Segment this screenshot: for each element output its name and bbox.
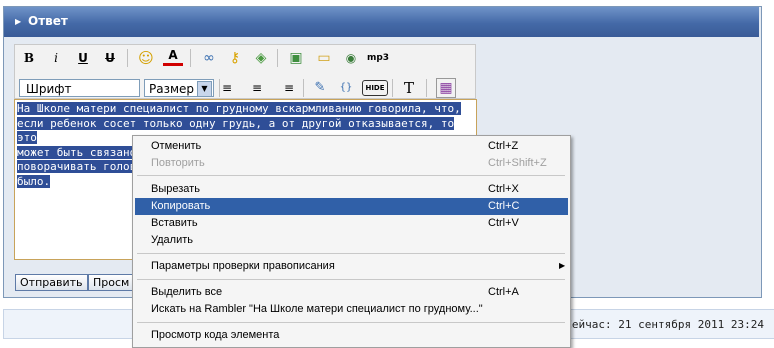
menu-item-shortcut: Ctrl+X — [488, 183, 519, 195]
menu-item-shortcut: Ctrl+V — [488, 217, 519, 229]
menu-item-label: Вырезать — [151, 183, 200, 195]
submit-button[interactable]: Отправить — [15, 274, 88, 291]
context-menu: Отменить Ctrl+Z Повторить Ctrl+Shift+Z В… — [132, 135, 571, 348]
bold-button[interactable]: B — [19, 48, 39, 68]
align-center-icon[interactable]: ≡ — [247, 78, 267, 98]
menu-item-undo[interactable]: Отменить Ctrl+Z — [135, 138, 568, 155]
key-icon[interactable]: ⚷ — [225, 48, 245, 68]
toolbar-divider — [190, 49, 191, 67]
mp3-button[interactable]: mp3 — [366, 48, 390, 68]
menu-divider — [137, 175, 565, 176]
toolbar-divider — [127, 49, 128, 67]
reply-title: Ответ — [28, 14, 68, 28]
size-select[interactable]: Размер ▼ — [144, 79, 214, 97]
preview-icon[interactable]: ▦ — [436, 78, 456, 98]
smiley-icon[interactable]: ☺ — [136, 48, 156, 68]
menu-item-label: Просмотр кода элемента — [151, 329, 280, 341]
menu-item-label: Отменить — [151, 140, 202, 152]
menu-item-paste[interactable]: Вставить Ctrl+V — [135, 215, 568, 232]
quote-icon[interactable]: ◈ — [251, 48, 271, 68]
triangle-right-icon: ▶ — [15, 17, 22, 26]
menu-item-label: Выделить все — [151, 286, 223, 298]
toolbar-divider — [219, 79, 220, 97]
toolbar-divider — [303, 79, 304, 97]
underline-button[interactable]: U — [73, 48, 93, 68]
menu-item-label: Повторить — [151, 157, 205, 169]
menu-item-search-rambler[interactable]: Искать на Rambler "На Школе матери специ… — [135, 301, 568, 318]
menu-divider — [137, 322, 565, 323]
menu-item-select-all[interactable]: Выделить все Ctrl+A — [135, 284, 568, 301]
media-icon[interactable]: ◉ — [341, 48, 361, 68]
editor-line: было. — [17, 174, 51, 188]
chevron-down-icon[interactable]: ▼ — [197, 81, 212, 97]
strikethrough-button[interactable]: U — [100, 48, 120, 68]
triangle-right-icon: ▶ — [559, 261, 566, 270]
menu-item-label: Копировать — [151, 200, 211, 212]
current-time: Сейчас: 21 сентября 2011 23:24 — [565, 318, 764, 331]
text-color-icon[interactable]: A — [163, 48, 183, 66]
menu-item-shortcut: Ctrl+Shift+Z — [488, 157, 547, 169]
toolbar-divider — [426, 79, 427, 97]
menu-item-shortcut: Ctrl+Z — [488, 140, 519, 152]
menu-divider — [137, 279, 565, 280]
reply-header: ▶ Ответ — [4, 7, 759, 37]
editor-toolbar: B i U U ☺ A ∞ ⚷ ◈ ▣ ▭ ◉ mp3 Шрифт Размер… — [14, 44, 476, 99]
font-select[interactable]: Шрифт — [19, 79, 140, 97]
link-icon[interactable]: ∞ — [199, 48, 219, 68]
menu-divider — [137, 253, 565, 254]
menu-item-label: Удалить — [151, 234, 193, 246]
text-icon[interactable]: T — [399, 78, 419, 98]
size-select-label: Размер — [149, 82, 195, 96]
menu-item-copy[interactable]: Копировать Ctrl+C — [135, 198, 568, 215]
align-left-icon[interactable]: ≡ — [222, 78, 242, 98]
toolbar-divider — [277, 49, 278, 67]
menu-item-redo: Повторить Ctrl+Shift+Z — [135, 155, 568, 172]
menu-item-label: Параметры проверки правописания — [151, 260, 335, 272]
editor-line: На Школе матери специалист по грудному в… — [17, 102, 461, 115]
menu-item-label: Искать на Rambler "На Школе матери специ… — [151, 303, 483, 315]
code-icon[interactable]: {} — [336, 78, 356, 98]
edit-icon[interactable]: ✎ — [310, 78, 330, 98]
menu-item-label: Вставить — [151, 217, 198, 229]
menu-item-inspect[interactable]: Просмотр кода элемента — [135, 327, 568, 344]
menu-item-delete[interactable]: Удалить — [135, 232, 568, 249]
editor-line: поворачивать голов — [17, 160, 137, 173]
italic-button[interactable]: i — [46, 48, 66, 68]
toolbar-divider — [392, 79, 393, 97]
hide-button[interactable]: HIDE — [362, 80, 388, 96]
menu-item-cut[interactable]: Вырезать Ctrl+X — [135, 181, 568, 198]
menu-item-shortcut: Ctrl+C — [488, 200, 520, 212]
image-icon[interactable]: ▣ — [286, 48, 306, 68]
preview-button[interactable]: Просм — [88, 274, 138, 291]
align-right-icon[interactable]: ≡ — [274, 78, 294, 98]
folder-icon[interactable]: ▭ — [314, 48, 334, 68]
menu-item-spellcheck[interactable]: Параметры проверки правописания ▶ — [135, 258, 568, 275]
menu-item-shortcut: Ctrl+A — [488, 286, 519, 298]
